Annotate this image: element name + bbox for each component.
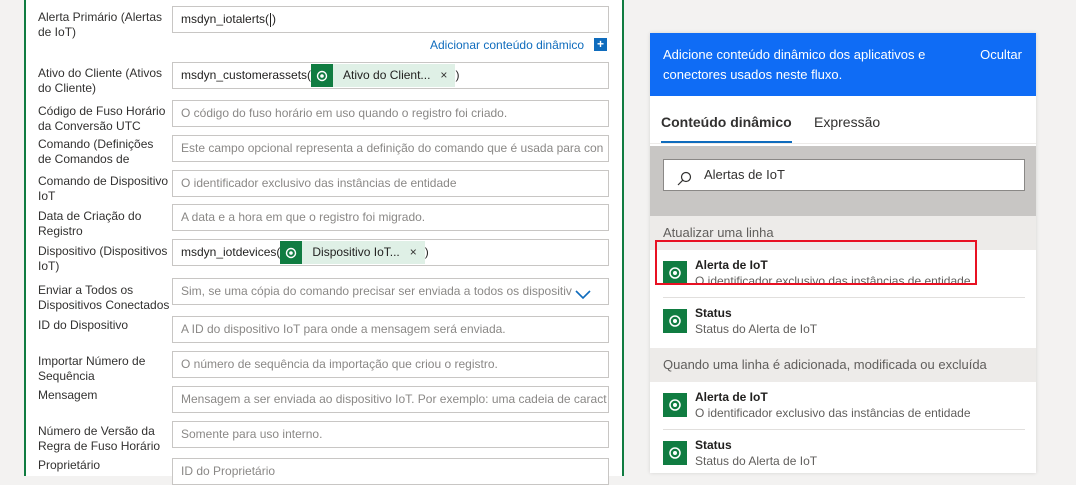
chevron-down-icon[interactable] [574, 285, 592, 304]
field-placeholder: Este campo opcional representa a definiç… [181, 141, 604, 155]
dynamic-item-title: Alerta de IoT [695, 390, 768, 404]
field-value-prefix: msdyn_iotdevices( [181, 245, 281, 259]
tab-dynamic-content[interactable]: Conteúdo dinâmico [661, 114, 792, 143]
dynamic-item-title: Status [695, 438, 732, 452]
panel-header-message: Adicione conteúdo dinâmico dos aplicativ… [663, 47, 926, 82]
customer-asset-input[interactable]: msdyn_customerassets( Ativo do Client... ×… [172, 62, 609, 89]
hide-panel-button[interactable]: Ocultar [980, 45, 1022, 65]
dataverse-icon [663, 309, 687, 333]
field-label: Comando (Definições de Comandos de Dispo… [38, 137, 154, 169]
field-label: Alerta Primário (Alertas de IoT) [38, 10, 163, 39]
token-label: Ativo do Client... [343, 68, 431, 82]
token-remove-icon[interactable]: × [410, 245, 417, 259]
dataverse-icon [663, 441, 687, 465]
dataverse-icon [663, 393, 687, 417]
field-placeholder: ID do Proprietário [181, 464, 276, 478]
field-placeholder: Sim, se uma cópia do comando precisar se… [181, 284, 572, 298]
field-value-suffix: ) [424, 245, 429, 259]
field-placeholder: A ID do dispositivo IoT para onde a mens… [181, 322, 506, 336]
device-id-input[interactable]: A ID do dispositivo IoT para onde a mens… [172, 316, 609, 343]
highlight-box [655, 240, 977, 285]
field-placeholder: O código do fuso horário em uso quando o… [181, 106, 508, 120]
add-dynamic-content-link[interactable]: Adicionar conteúdo dinâmico [430, 38, 584, 52]
record-created-input[interactable]: A data e a hora em que o registro foi mi… [172, 204, 609, 231]
send-all-dropdown[interactable]: Sim, se uma cópia do comando precisar se… [172, 278, 609, 305]
search-icon [676, 168, 692, 198]
section-header: Quando uma linha é adicionada, modificad… [650, 348, 1036, 382]
owner-input[interactable]: ID do Proprietário [172, 458, 609, 485]
field-label: Enviar a Todos os Dispositivos Conectado… [38, 283, 170, 312]
command-input[interactable]: Este campo opcional representa a definiç… [172, 135, 609, 162]
search-value: Alertas de IoT [704, 167, 785, 182]
dynamic-item-iot-alert[interactable]: Alerta de IoT O identificador exclusivo … [663, 382, 1025, 430]
field-placeholder: Mensagem a ser enviada ao dispositivo Io… [181, 392, 607, 406]
import-sequence-input[interactable]: O número de sequência da importação que … [172, 351, 609, 378]
utc-conversion-input[interactable]: O código do fuso horário em uso quando o… [172, 100, 609, 127]
field-placeholder: O número de sequência da importação que … [181, 357, 498, 371]
dataverse-icon [280, 241, 303, 264]
field-placeholder: O identificador exclusivo das instâncias… [181, 176, 457, 190]
field-placeholder: Somente para uso interno. [181, 427, 323, 441]
field-label: Comando de Dispositivo IoT [38, 174, 170, 204]
dynamic-item-description: Status do Alerta de IoT [695, 454, 818, 468]
search-input[interactable]: Alertas de IoT [663, 159, 1025, 191]
device-command-input[interactable]: O identificador exclusivo das instâncias… [172, 170, 609, 197]
message-input[interactable]: Mensagem a ser enviada ao dispositivo Io… [172, 386, 609, 413]
tab-expression[interactable]: Expressão [814, 114, 880, 130]
field-label: Código de Fuso Horário da Conversão UTC [38, 104, 166, 133]
add-dynamic-content-plus-icon[interactable]: + [594, 38, 607, 51]
dynamic-item-status[interactable]: Status Status do Alerta de IoT [663, 430, 1025, 478]
field-label: Mensagem [38, 388, 98, 402]
field-label: Número de Versão da Regra de Fuso Horári… [38, 424, 161, 453]
search-area: Alertas de IoT [650, 146, 1036, 216]
field-label: ID do Dispositivo [38, 318, 129, 332]
dynamic-item-description: O identificador exclusivo das instâncias… [695, 406, 971, 420]
dynamic-token[interactable]: Ativo do Client... × [311, 64, 456, 87]
field-label: Proprietário [38, 458, 101, 472]
token-remove-icon[interactable]: × [440, 68, 447, 82]
field-label: Importar Número de Sequência [38, 354, 146, 383]
dynamic-token[interactable]: Dispositivo IoT... × [280, 241, 425, 264]
dynamic-item-status[interactable]: Status Status do Alerta de IoT [663, 298, 1025, 346]
field-value-suffix: ) [455, 68, 460, 82]
field-label: Dispositivo (Dispositivos IoT) [38, 244, 168, 273]
field-value-prefix: msdyn_customerassets( [181, 68, 312, 82]
panel-tabs: Conteúdo dinâmico Expressão [650, 96, 1036, 144]
dynamic-item-title: Status [695, 306, 732, 320]
dataverse-icon [311, 64, 334, 87]
timezone-version-input[interactable]: Somente para uso interno. [172, 421, 609, 448]
field-label: Ativo do Cliente (Ativos do Cliente) [38, 66, 163, 95]
device-input[interactable]: msdyn_iotdevices( Dispositivo IoT... ×) [172, 239, 609, 266]
panel-header: Adicione conteúdo dinâmico dos aplicativ… [650, 33, 1036, 96]
token-label: Dispositivo IoT... [312, 245, 400, 259]
action-form-card: Alerta Primário (Alertas de IoT) msdyn_i… [24, 0, 624, 485]
field-label: Data de Criação do Registro [38, 209, 142, 238]
field-placeholder: A data e a hora em que o registro foi mi… [181, 210, 426, 224]
dynamic-item-description: Status do Alerta de IoT [695, 322, 818, 336]
text-caret [270, 12, 272, 27]
canvas-margin [0, 0, 24, 469]
primary-alert-input[interactable]: msdyn_iotalerts() [172, 6, 609, 33]
